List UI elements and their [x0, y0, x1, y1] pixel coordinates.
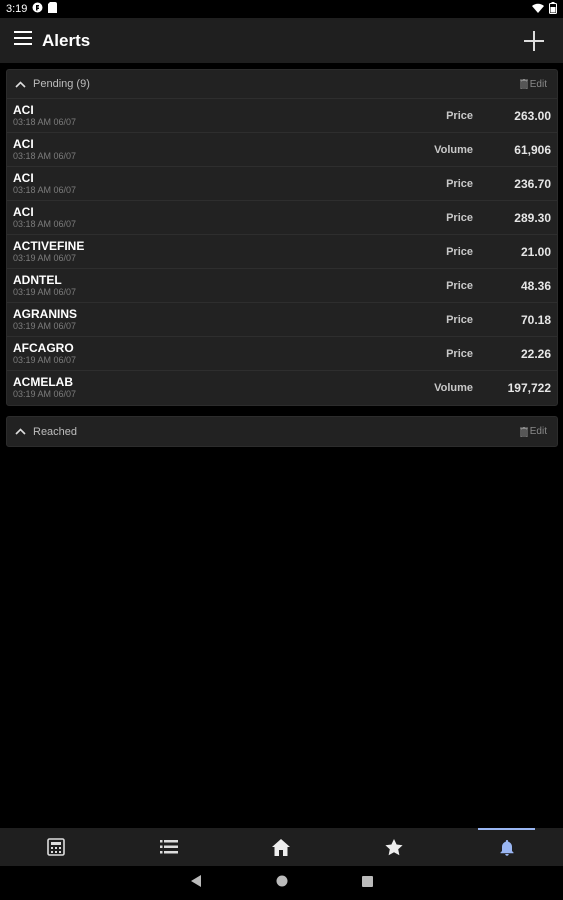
alert-row[interactable]: ACI 03:18 AM 06/07 Price 263.00 — [7, 99, 557, 133]
alert-value: 22.26 — [520, 346, 551, 361]
nav-home[interactable] — [225, 828, 338, 866]
pending-title: Pending (9) — [33, 78, 90, 90]
app-bar: Alerts — [0, 18, 563, 63]
alert-row[interactable]: ACMELAB 03:19 AM 06/07 Volume 197,722 — [7, 371, 557, 405]
reached-section: Reached Edit — [6, 416, 558, 447]
reached-title: Reached — [33, 425, 78, 438]
alert-value: 263.00 — [514, 108, 551, 123]
alert-symbol: ACI — [13, 204, 34, 219]
alert-value: 236.70 — [514, 176, 551, 191]
alert-type: Price — [446, 211, 473, 224]
notification-icon — [32, 2, 43, 16]
plus-icon — [524, 30, 544, 51]
star-icon — [385, 838, 403, 855]
alert-row[interactable]: AGRANINS 03:19 AM 06/07 Price 70.18 — [7, 303, 557, 337]
alert-timestamp: 03:19 AM 06/07 — [13, 286, 77, 297]
alert-type: Price — [446, 347, 473, 360]
sim-card-icon — [48, 2, 58, 16]
recents-icon[interactable] — [361, 874, 373, 892]
alert-type: Price — [446, 177, 473, 190]
alert-symbol: ACI — [13, 102, 34, 117]
alert-type: Price — [446, 313, 473, 326]
home-icon — [272, 838, 291, 856]
alert-symbol: ACMELAB — [13, 375, 73, 389]
alert-value: 70.18 — [520, 312, 551, 327]
alert-timestamp: 03:18 AM 06/07 — [13, 218, 77, 229]
alert-symbol: ACI — [13, 136, 34, 151]
nav-alerts[interactable] — [450, 828, 563, 866]
battery-icon — [549, 1, 557, 17]
add-alert-button[interactable] — [519, 26, 549, 56]
alert-row[interactable]: AFCAGRO 03:19 AM 06/07 Price 22.26 — [7, 337, 557, 371]
alert-timestamp: 03:18 AM 06/07 — [13, 116, 77, 127]
system-nav-bar — [0, 866, 563, 900]
alert-row[interactable]: ACI 03:18 AM 06/07 Price 236.70 — [7, 167, 557, 201]
alert-value: 21.00 — [520, 244, 551, 259]
alert-value: 48.36 — [520, 278, 551, 293]
nav-favorites[interactable] — [338, 828, 451, 866]
alert-symbol: ACI — [13, 170, 34, 185]
nav-list[interactable] — [113, 828, 226, 866]
alert-timestamp: 03:18 AM 06/07 — [13, 150, 77, 161]
home-button-icon[interactable] — [276, 874, 288, 892]
alert-timestamp: 03:18 AM 06/07 — [13, 184, 77, 195]
alert-timestamp: 03:19 AM 06/07 — [13, 354, 77, 365]
edit-label: Edit — [529, 78, 547, 90]
status-bar: 3:19 — [0, 0, 563, 18]
chevron-up-icon[interactable] — [13, 77, 27, 91]
alert-symbol: ACTIVEFINE — [13, 238, 85, 253]
alert-type: Price — [446, 279, 473, 292]
back-icon[interactable] — [190, 874, 202, 892]
alert-timestamp: 03:19 AM 06/07 — [13, 389, 77, 399]
menu-icon[interactable] — [14, 31, 32, 50]
nav-calculator[interactable] — [0, 828, 113, 866]
alert-value: 61,906 — [514, 142, 551, 157]
status-time: 3:19 — [6, 3, 28, 15]
alert-type: Price — [446, 109, 473, 122]
page-title: Alerts — [42, 30, 91, 50]
alert-symbol: ADNTEL — [13, 272, 62, 287]
alert-value: 197,722 — [507, 381, 551, 395]
alert-row[interactable]: ADNTEL 03:19 AM 06/07 Price 48.36 — [7, 269, 557, 303]
alert-value: 289.30 — [514, 210, 551, 225]
pending-edit-button[interactable]: Edit — [519, 78, 551, 90]
edit-label: Edit — [529, 426, 547, 437]
alert-row[interactable]: ACI 03:18 AM 06/07 Volume 61,906 — [7, 133, 557, 167]
alert-type: Volume — [434, 382, 473, 394]
bell-icon — [500, 839, 514, 856]
list-icon — [159, 840, 178, 854]
alert-type: Price — [446, 245, 473, 258]
trash-icon — [519, 79, 528, 89]
alert-symbol: AGRANINS — [13, 306, 78, 321]
wifi-icon — [532, 3, 544, 16]
alert-type: Volume — [434, 143, 473, 156]
trash-icon — [519, 426, 528, 437]
reached-edit-button[interactable]: Edit — [519, 426, 551, 437]
alert-row[interactable]: ACTIVEFINE 03:19 AM 06/07 Price 21.00 — [7, 235, 557, 269]
alert-symbol: AFCAGRO — [13, 340, 74, 355]
pending-section: Pending (9) Edit ACI 03:18 AM 06/07 Price… — [6, 69, 558, 406]
pending-header[interactable]: Pending (9) Edit — [7, 70, 557, 99]
alert-row[interactable]: ACI 03:18 AM 06/07 Price 289.30 — [7, 201, 557, 235]
reached-header[interactable]: Reached Edit — [7, 417, 557, 446]
chevron-up-icon[interactable] — [13, 425, 27, 439]
alert-timestamp: 03:19 AM 06/07 — [13, 252, 77, 263]
calculator-icon — [47, 838, 66, 856]
alert-timestamp: 03:19 AM 06/07 — [13, 320, 77, 331]
bottom-nav — [0, 828, 563, 866]
